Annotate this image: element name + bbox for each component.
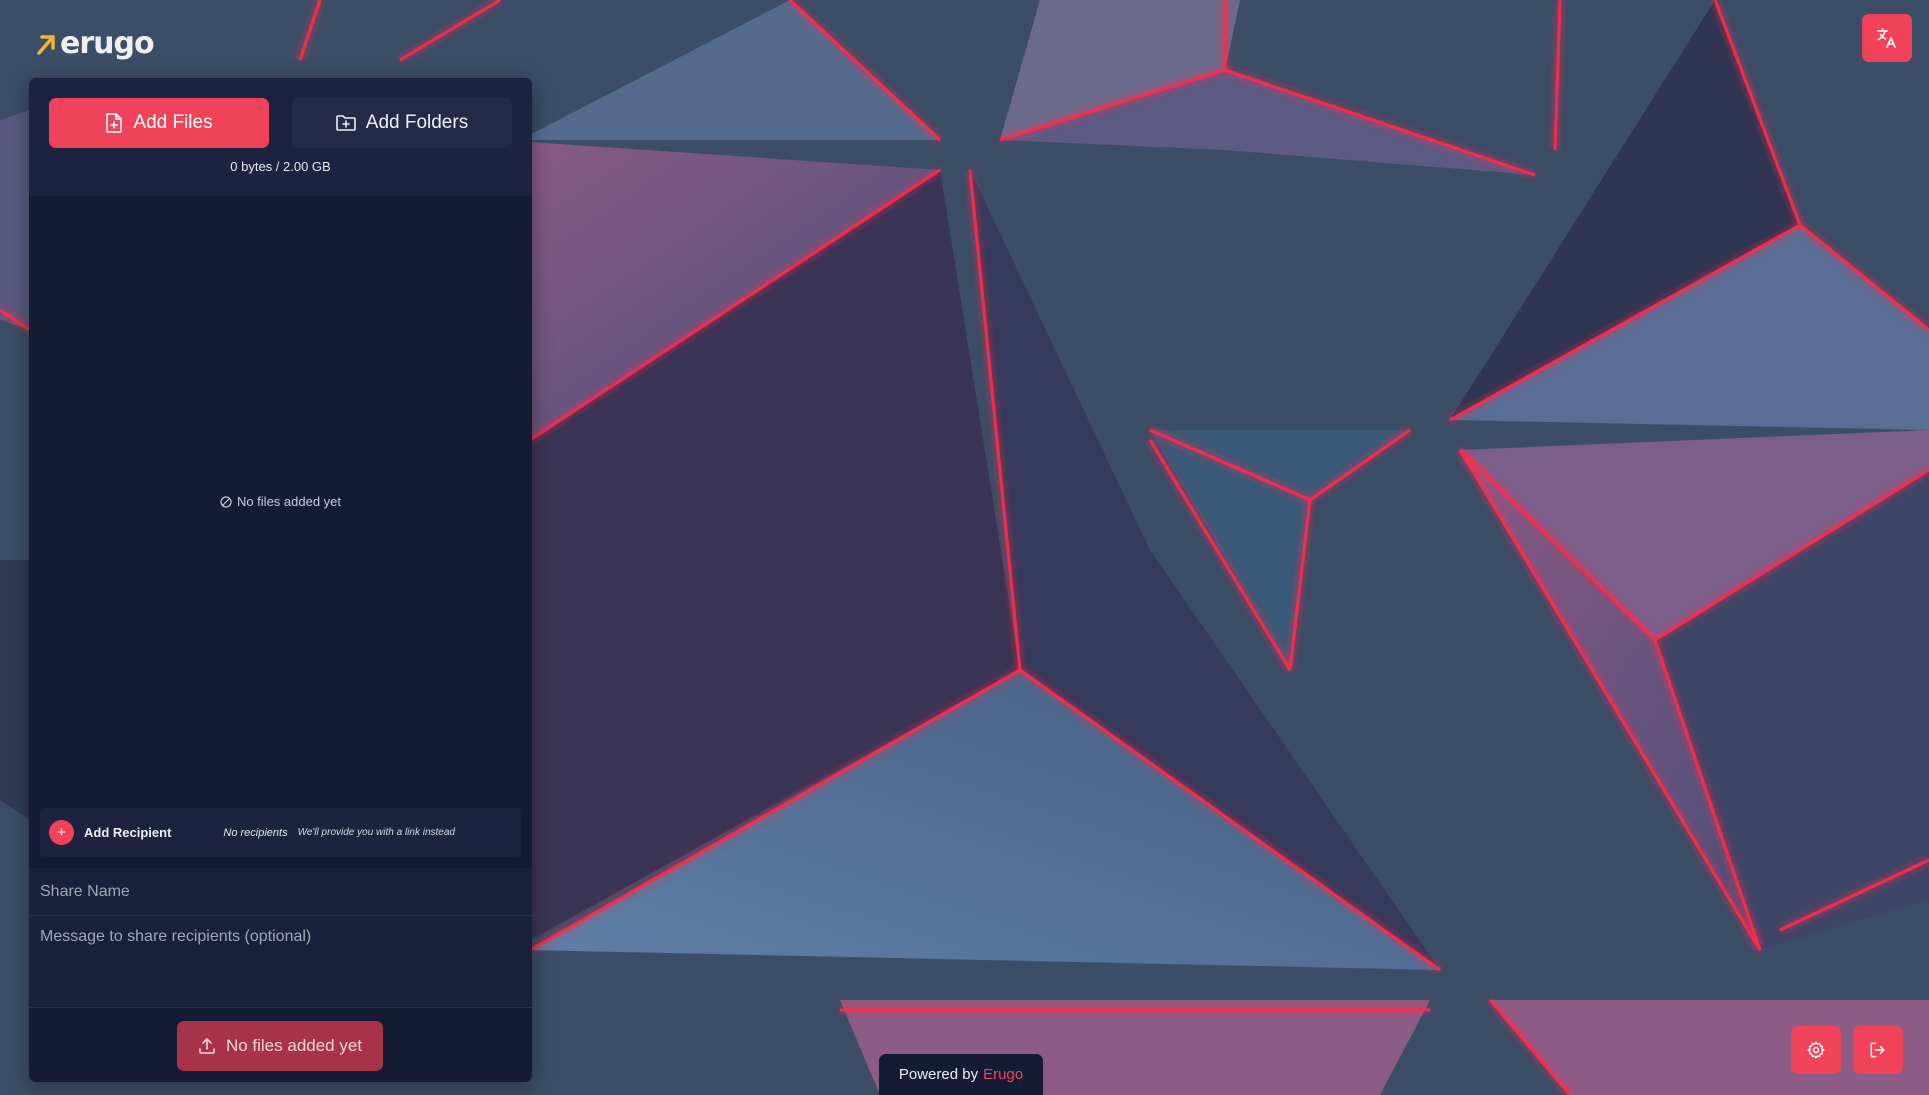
powered-by-text: Powered by (898, 1066, 979, 1083)
logo: erugo (34, 26, 155, 61)
empty-files-text: No files added yet (236, 494, 342, 509)
folder-plus-icon (335, 115, 356, 131)
no-recipients-text: No recipients (223, 826, 288, 839)
link-note-text: We'll provide you with a link instead (297, 827, 455, 838)
add-files-label: Add Files (133, 112, 213, 133)
logo-text: erugo (60, 26, 155, 61)
add-recipient-label: Add Recipient (84, 825, 172, 840)
panel-header: Add Files Add Folders 0 bytes / 2.00 GB (29, 78, 532, 196)
share-name-input[interactable] (29, 868, 532, 916)
upload-button[interactable]: No files added yet (177, 1021, 383, 1071)
add-folders-button[interactable]: Add Folders (292, 98, 512, 148)
gear-icon (1807, 1041, 1825, 1059)
upload-panel: Add Files Add Folders 0 bytes / 2.00 GB … (29, 78, 532, 1082)
upload-icon (199, 1038, 215, 1054)
upload-button-label: No files added yet (225, 1036, 363, 1055)
add-folders-label: Add Folders (365, 112, 469, 133)
powered-by-footer: Powered by Erugo (879, 1054, 1043, 1095)
logo-arrow-icon (37, 34, 55, 55)
recipients-bar: + Add Recipient No recipients We'll prov… (40, 808, 521, 857)
file-plus-icon (106, 113, 123, 133)
storage-usage: 0 bytes / 2.00 GB (230, 159, 331, 174)
add-recipient-button[interactable]: + Add Recipient (49, 820, 171, 845)
slash-circle-icon (220, 495, 232, 508)
plus-icon: + (49, 820, 74, 845)
logout-icon (1870, 1042, 1885, 1058)
message-input[interactable] (29, 916, 532, 1008)
language-button[interactable] (1862, 14, 1912, 62)
file-list-empty-state: No files added yet (29, 494, 532, 509)
powered-by-brand-link[interactable]: Erugo (983, 1066, 1023, 1083)
settings-button[interactable] (1791, 1026, 1841, 1074)
translate-icon (1877, 28, 1896, 48)
logout-button[interactable] (1853, 1026, 1903, 1074)
add-files-button[interactable]: Add Files (49, 98, 269, 148)
